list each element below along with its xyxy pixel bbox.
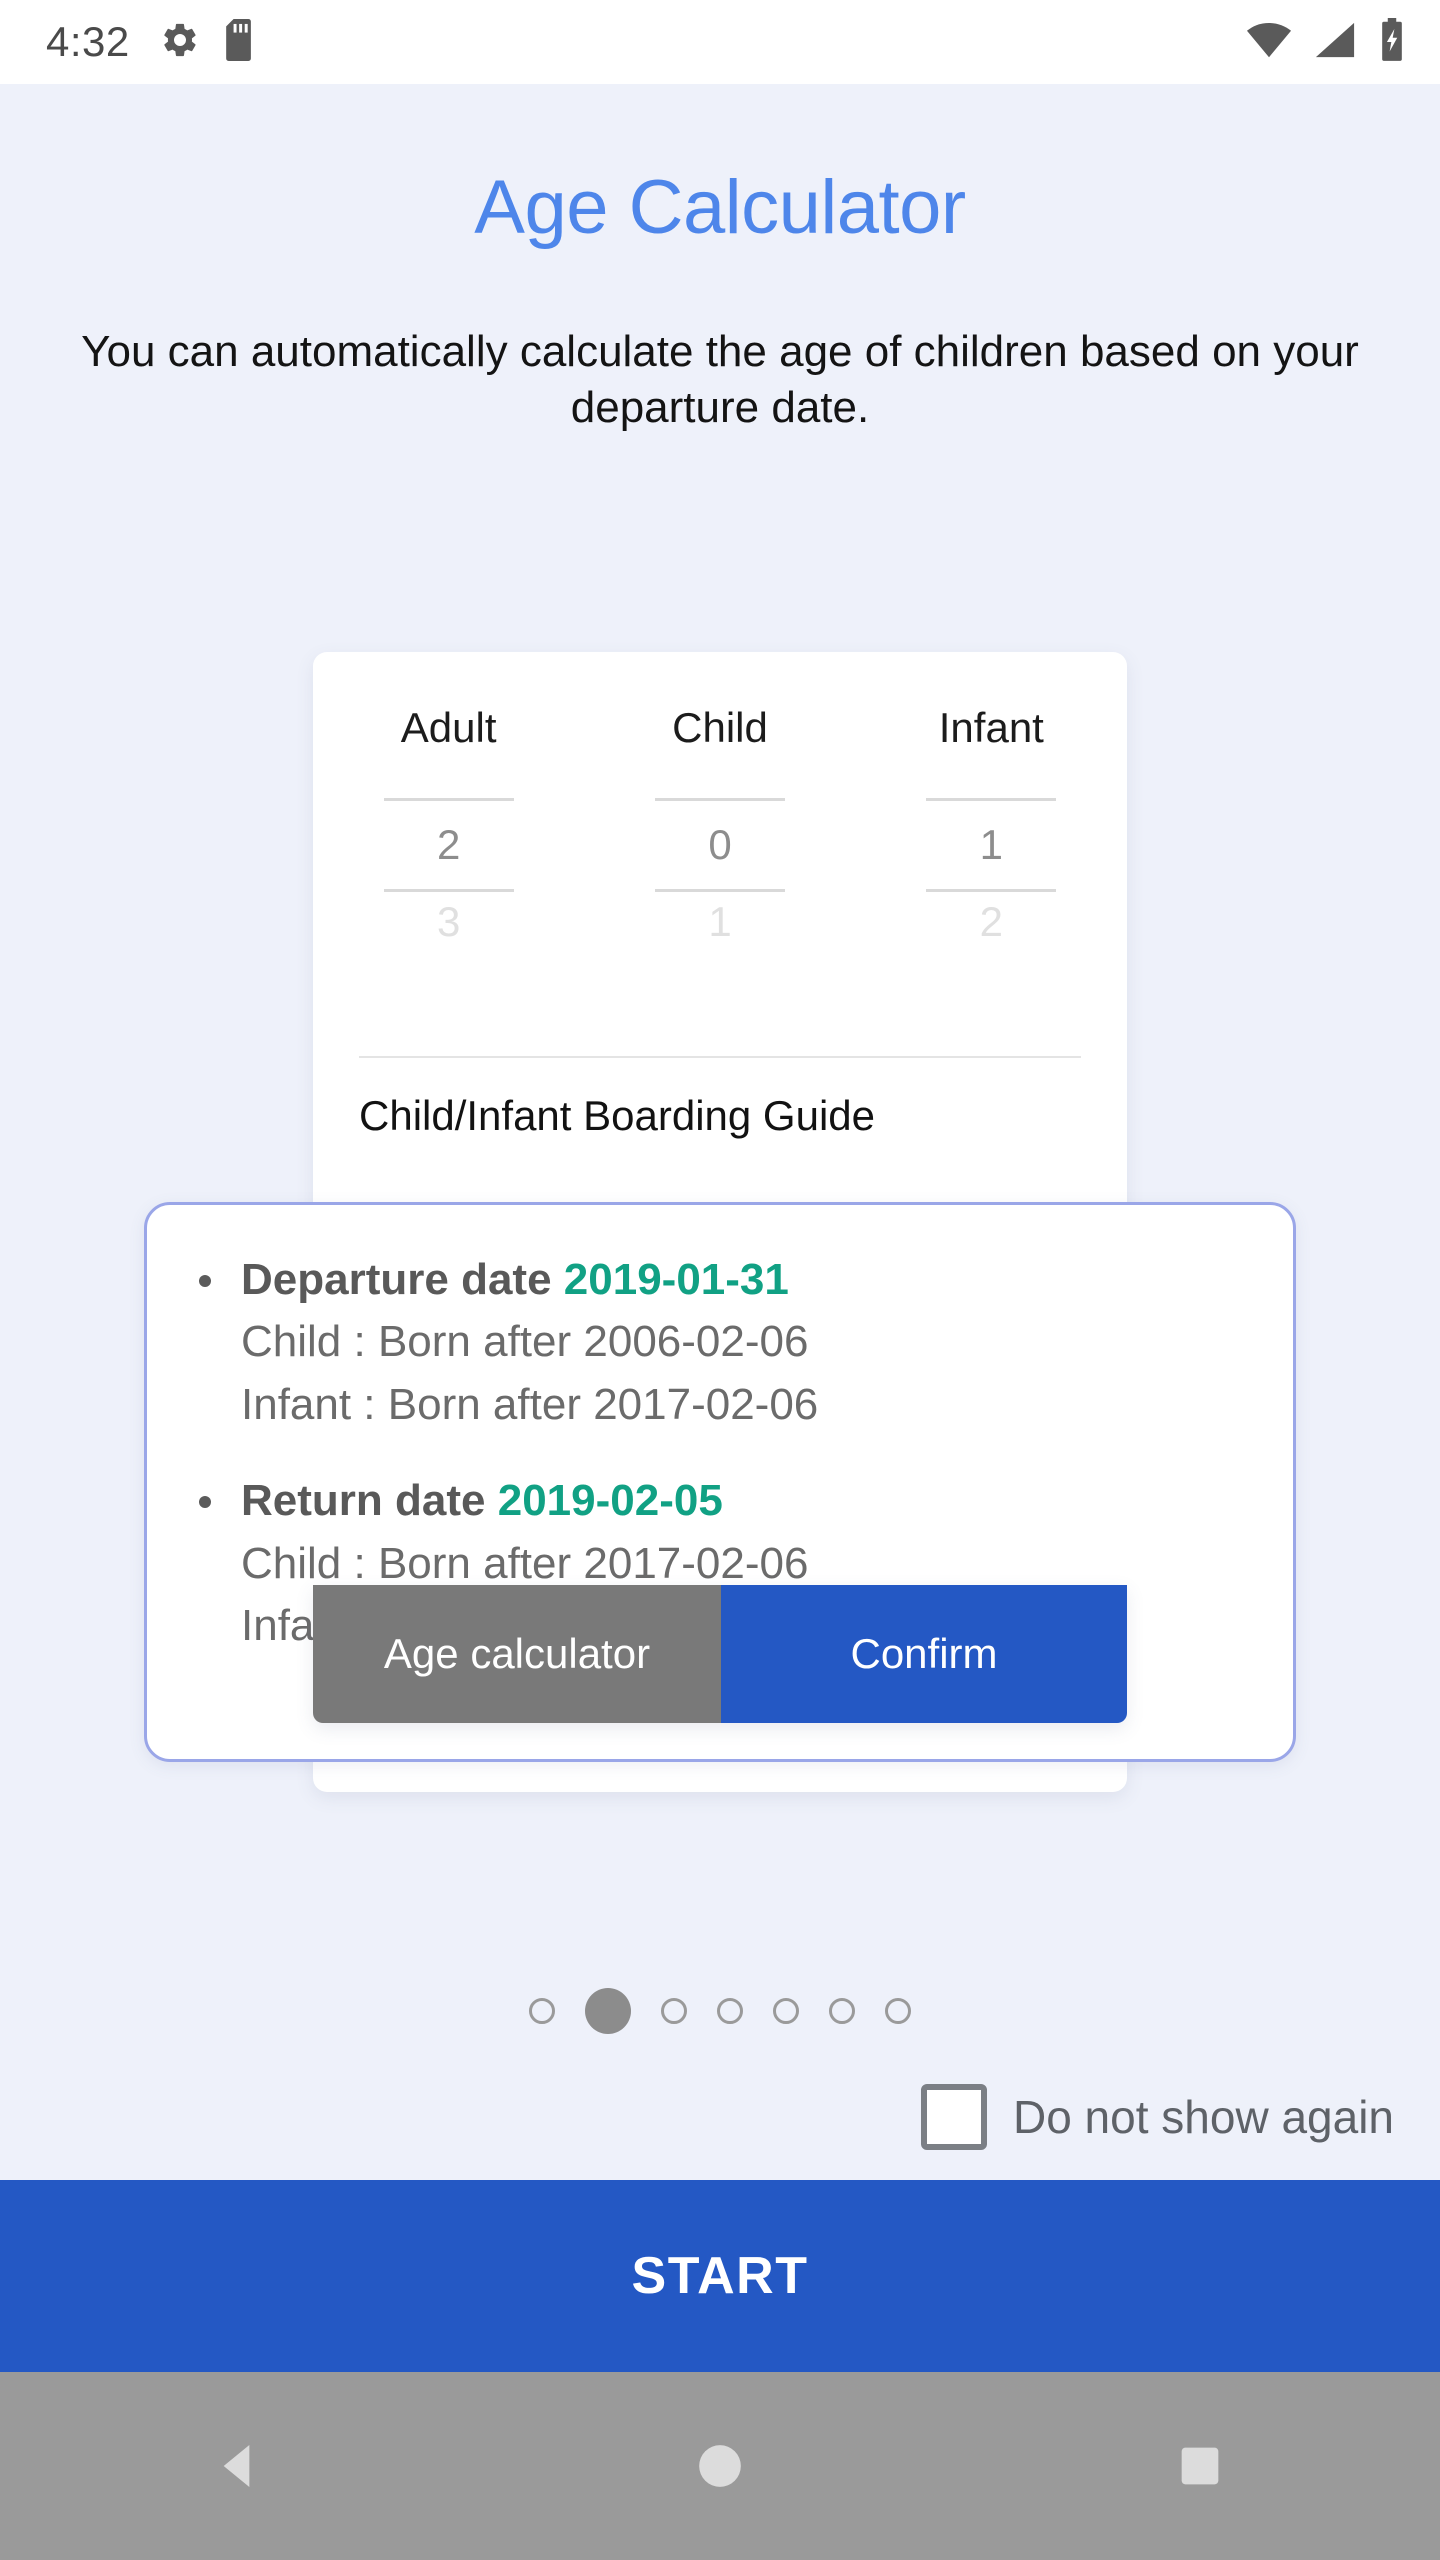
pagination-dot-3[interactable] xyxy=(661,1998,687,2024)
passenger-picker-adult-value[interactable]: 2 xyxy=(437,801,460,889)
return-date-label: Return date xyxy=(241,1476,485,1525)
confirm-button[interactable]: Confirm xyxy=(721,1585,1127,1723)
do-not-show-again-row[interactable]: Do not show again xyxy=(921,2084,1394,2150)
age-calculator-button[interactable]: Age calculator xyxy=(313,1585,721,1723)
status-bar: 4:32 xyxy=(0,0,1440,84)
return-date-value: 2019-02-05 xyxy=(498,1476,723,1525)
status-bar-notification-icons xyxy=(160,19,256,66)
do-not-show-again-checkbox[interactable] xyxy=(921,2084,987,2150)
bullet-icon xyxy=(199,1275,211,1287)
start-button[interactable]: START xyxy=(0,2180,1440,2372)
departure-date-label: Departure date xyxy=(241,1255,552,1304)
passenger-picker-infant-label: Infant xyxy=(939,704,1044,752)
bullet-icon xyxy=(199,1496,211,1508)
passenger-picker-infant[interactable]: Infant 1 2 xyxy=(856,652,1127,952)
battery-charging-icon xyxy=(1378,18,1406,67)
status-bar-system-icons xyxy=(1246,18,1406,67)
status-bar-clock: 4:32 xyxy=(46,18,130,66)
departure-infant-rule: Infant : Born after 2017-02-06 xyxy=(241,1374,1241,1436)
recents-icon[interactable] xyxy=(1110,2444,1290,2488)
passenger-picker-adult[interactable]: Adult 2 3 xyxy=(313,652,584,952)
page-title: Age Calculator xyxy=(0,164,1440,251)
card-action-buttons: Age calculator Confirm xyxy=(313,1585,1127,1723)
home-icon[interactable] xyxy=(630,2441,810,2491)
pagination-dot-2-active[interactable] xyxy=(585,1988,631,2034)
departure-date-value: 2019-01-31 xyxy=(564,1255,789,1304)
do-not-show-again-label: Do not show again xyxy=(1013,2090,1394,2144)
wifi-icon xyxy=(1246,20,1292,65)
passenger-picker-child[interactable]: Child 0 1 xyxy=(584,652,855,952)
return-date-heading: Return date 2019-02-05 xyxy=(241,1470,1241,1532)
passenger-picker-child-value[interactable]: 0 xyxy=(708,801,731,889)
passenger-picker-child-next[interactable]: 1 xyxy=(708,892,731,952)
pagination-dot-7[interactable] xyxy=(885,1998,911,2024)
cellular-signal-icon xyxy=(1314,20,1356,65)
passenger-picker-infant-next[interactable]: 2 xyxy=(980,892,1003,952)
passenger-picker-infant-value[interactable]: 1 xyxy=(980,801,1003,889)
departure-date-block: Departure date 2019-01-31 Child : Born a… xyxy=(199,1249,1241,1436)
passenger-picker-row: Adult 2 3 Child 0 1 Infant 1 2 xyxy=(313,652,1127,952)
passenger-picker-adult-next[interactable]: 3 xyxy=(437,892,460,952)
departure-child-rule: Child : Born after 2006-02-06 xyxy=(241,1311,1241,1373)
card-divider xyxy=(359,1056,1081,1058)
pagination-dot-1[interactable] xyxy=(529,1998,555,2024)
android-navigation-bar xyxy=(0,2372,1440,2560)
pagination-dots xyxy=(0,1988,1440,2034)
pagination-dot-4[interactable] xyxy=(717,1998,743,2024)
passenger-picker-adult-label: Adult xyxy=(401,704,497,752)
sd-card-icon xyxy=(226,19,256,66)
boarding-guide-title: Child/Infant Boarding Guide xyxy=(359,1092,875,1140)
back-icon[interactable] xyxy=(150,2438,330,2494)
gear-icon xyxy=(160,20,200,65)
pagination-dot-6[interactable] xyxy=(829,1998,855,2024)
page-subtitle: You can automatically calculate the age … xyxy=(60,324,1380,437)
departure-date-heading: Departure date 2019-01-31 xyxy=(241,1249,1241,1311)
onboarding-page: Age Calculator You can automatically cal… xyxy=(0,84,1440,2560)
passenger-picker-child-label: Child xyxy=(672,704,768,752)
pagination-dot-5[interactable] xyxy=(773,1998,799,2024)
